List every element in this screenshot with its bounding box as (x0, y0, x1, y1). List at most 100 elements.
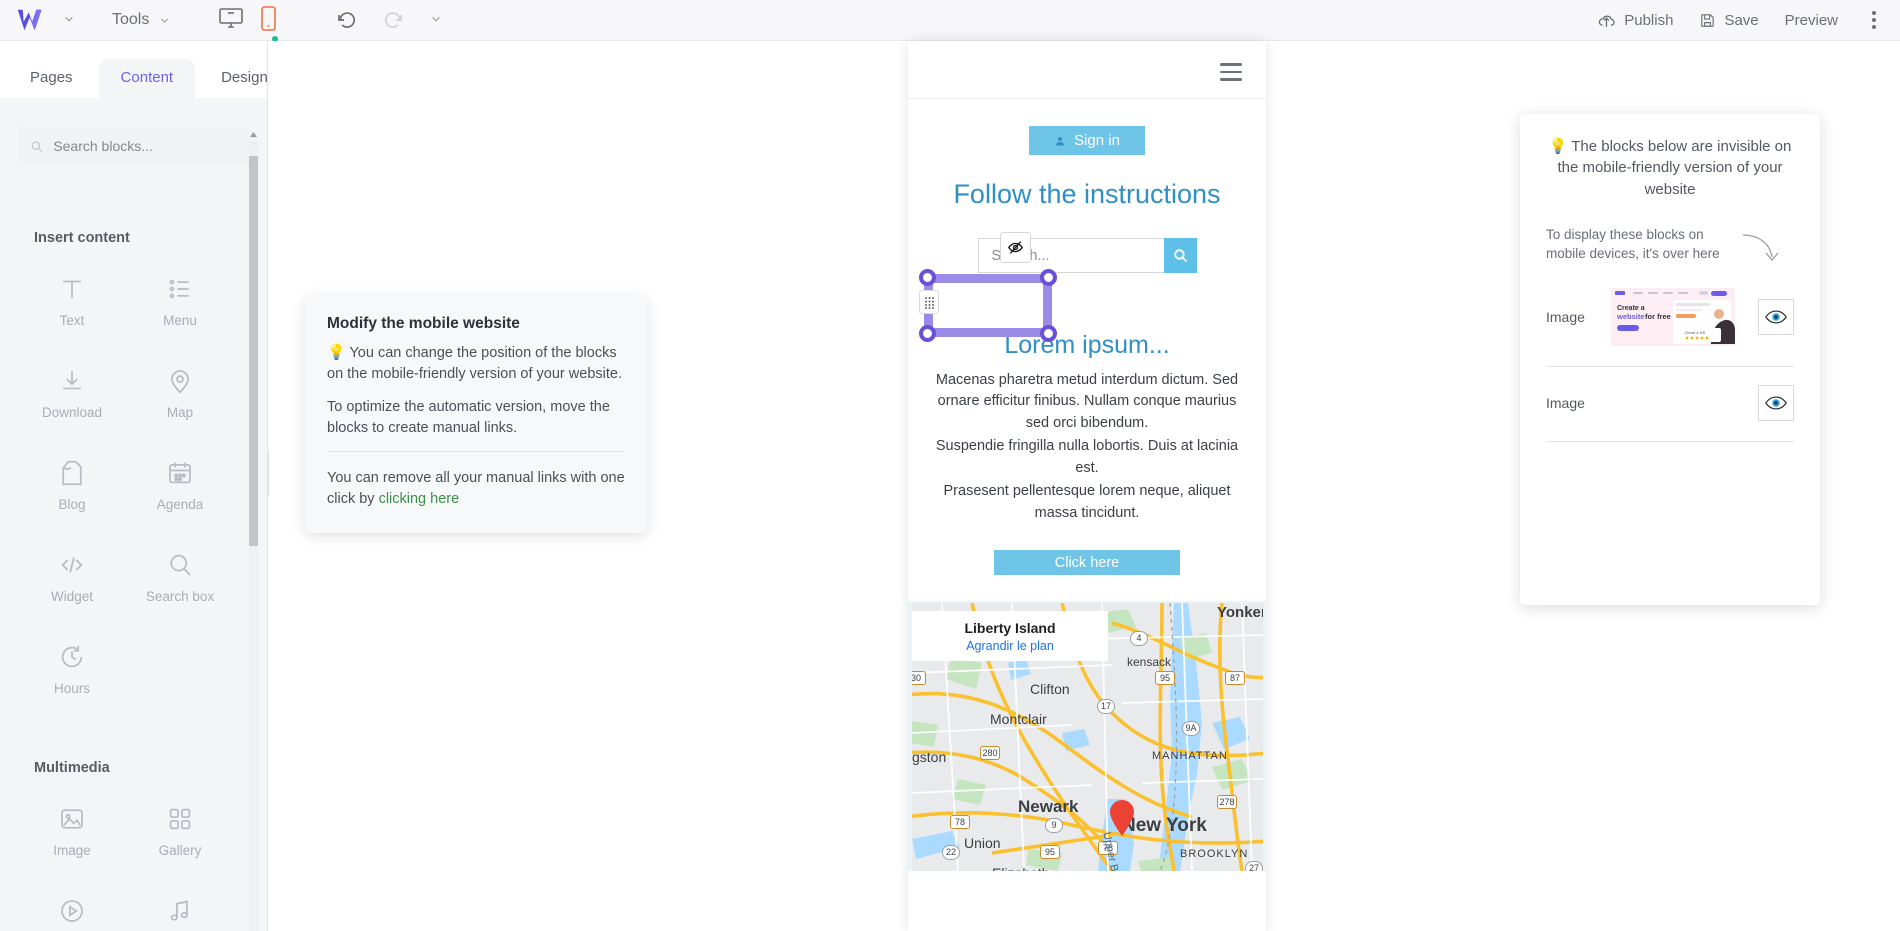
block-map[interactable]: Map (126, 360, 234, 426)
download-icon (63, 371, 81, 390)
calendar-icon (169, 462, 191, 484)
more-options-icon[interactable] (1864, 5, 1884, 35)
device-switcher (217, 6, 289, 42)
block-menu-label: Menu (163, 313, 197, 328)
gallery-grid-icon (169, 808, 191, 830)
map-canvas[interactable]: Wayne Yonkers kensack Clifton Montclair … (912, 603, 1263, 872)
block-selection-box[interactable] (919, 269, 1057, 342)
tip-divider (327, 451, 625, 453)
block-gallery-label: Gallery (158, 843, 202, 858)
clock-icon (61, 646, 83, 668)
page-heading: Follow the instructions (953, 179, 1221, 209)
scrollbar-thumb[interactable] (249, 156, 258, 546)
page-paragraph: Macenas pharetra metud interdum dictum. … (930, 370, 1244, 524)
hidden-block-label: Image (1546, 394, 1585, 411)
preview-button[interactable]: Preview (1785, 12, 1838, 29)
site-body: Sign in Follow the instructions Search..… (908, 99, 1266, 872)
toggle-visibility-button[interactable] (1000, 232, 1031, 263)
tab-content[interactable]: Content (98, 59, 196, 98)
logo-chevron-down-icon[interactable] (62, 12, 78, 28)
block-widget[interactable]: Widget (18, 544, 126, 610)
hidden-blocks-subtitle: To display these blocks on mobile device… (1546, 226, 1720, 262)
sign-in-button[interactable]: Sign in (1029, 126, 1145, 155)
toggle-block-visibility-button[interactable] (1757, 298, 1794, 335)
route-shield: 78 (1098, 841, 1118, 856)
drag-grip-icon[interactable] (919, 290, 939, 314)
grip-dots-icon (924, 296, 934, 309)
resize-handle-bottom-left[interactable] (919, 325, 936, 342)
toggle-block-visibility-button[interactable] (1758, 384, 1794, 421)
map-marker-pin[interactable] (1108, 799, 1136, 842)
site-builder-logo[interactable] (16, 7, 50, 33)
desktop-icon[interactable] (217, 6, 245, 34)
menu-list-icon (169, 279, 189, 299)
hidden-block-row[interactable]: Image Create a website for free Great 4.… (1546, 270, 1794, 367)
site-header (908, 41, 1266, 99)
paragraph-line-3: Prasesent pellentesque lorem neque, aliq… (943, 483, 1231, 521)
insert-content-grid: Text Menu Download Map Blog Agenda Widge… (18, 268, 234, 702)
app-root: Tools Publish Save Preview Pages Content… (0, 0, 1900, 931)
block-download[interactable]: Download (18, 360, 126, 426)
undo-icon[interactable] (335, 8, 359, 32)
hamburger-menu-icon[interactable] (1220, 63, 1242, 86)
mobile-icon[interactable] (261, 6, 289, 42)
multimedia-grid: Image Gallery Video (18, 798, 234, 931)
svg-text:website: website (1616, 312, 1645, 321)
save-label: Save (1724, 11, 1759, 29)
route-marker: 17 (1097, 699, 1115, 715)
curved-arrow-down-icon (1740, 231, 1780, 270)
map-expand-link[interactable]: Agrandir le plan (924, 639, 1096, 653)
tip-paragraph-3-text: You can remove all your manual links wit… (327, 470, 625, 507)
clicking-here-link[interactable]: clicking here (379, 491, 460, 507)
tip-paragraph-2: To optimize the automatic version, move … (327, 399, 610, 436)
hidden-block-row[interactable]: Image (1546, 367, 1794, 442)
save-button[interactable]: Save (1699, 11, 1759, 29)
block-image[interactable]: Image (18, 798, 126, 864)
eye-icon (1765, 310, 1787, 324)
thumbnail-graphic: Create a website for free Great 4.9/5 (1611, 287, 1736, 346)
left-sidebar: Pages Content Design Insert content Text (0, 41, 268, 931)
block-text[interactable]: Text (18, 268, 126, 334)
block-hours[interactable]: Hours (18, 636, 126, 702)
lightbulb-icon: 💡 (1548, 138, 1568, 155)
block-agenda[interactable]: Agenda (126, 452, 234, 518)
sidebar-scrollbar[interactable] (249, 131, 258, 931)
publish-button[interactable]: Publish (1597, 11, 1673, 30)
svg-text:Create a: Create a (1617, 305, 1645, 312)
scroll-up-arrow-icon[interactable] (249, 129, 258, 139)
blog-icon (62, 460, 82, 486)
map-pin-icon (170, 370, 190, 394)
hidden-blocks-title: 💡 The blocks below are invisible on the … (1546, 136, 1794, 200)
hidden-block-thumbnail: Create a website for free Great 4.9/5 (1611, 287, 1736, 346)
block-video[interactable]: Video (18, 890, 126, 931)
block-search-box[interactable]: Search box (126, 544, 234, 610)
sidebar-tabs: Pages Content Design (0, 41, 268, 98)
history-chevron-down-icon[interactable] (429, 12, 445, 28)
resize-handle-bottom-right[interactable] (1040, 325, 1057, 342)
resize-handle-top-right[interactable] (1040, 269, 1057, 286)
tip-paragraph-1: 💡 You can change the position of the blo… (327, 342, 625, 384)
sign-in-label: Sign in (1074, 132, 1120, 149)
logo-group[interactable] (16, 7, 78, 33)
user-icon (1056, 136, 1065, 145)
map-info-card: Liberty Island Agrandir le plan (912, 611, 1108, 662)
top-toolbar: Tools Publish Save Preview (0, 0, 1900, 42)
block-agenda-label: Agenda (156, 497, 204, 512)
tab-pages[interactable]: Pages (8, 59, 95, 98)
route-shield: 87 (1225, 671, 1245, 686)
topbar-actions: Publish Save Preview (1597, 5, 1884, 35)
eye-off-icon (1007, 241, 1024, 254)
block-menu[interactable]: Menu (126, 268, 234, 334)
site-search-button[interactable] (1163, 238, 1197, 273)
block-download-label: Download (41, 405, 103, 420)
block-blog[interactable]: Blog (18, 452, 126, 518)
resize-handle-top-left[interactable] (919, 269, 936, 286)
route-shield: 95 (1155, 671, 1175, 686)
block-gallery[interactable]: Gallery (126, 798, 234, 864)
tools-menu-button[interactable]: Tools (112, 11, 171, 29)
section-title-multimedia: Multimedia (34, 760, 110, 776)
block-music[interactable]: Music (126, 890, 234, 931)
redo-icon (381, 8, 405, 32)
cta-button[interactable]: Click here (994, 550, 1180, 576)
site-search-block: Search... (908, 232, 1266, 273)
